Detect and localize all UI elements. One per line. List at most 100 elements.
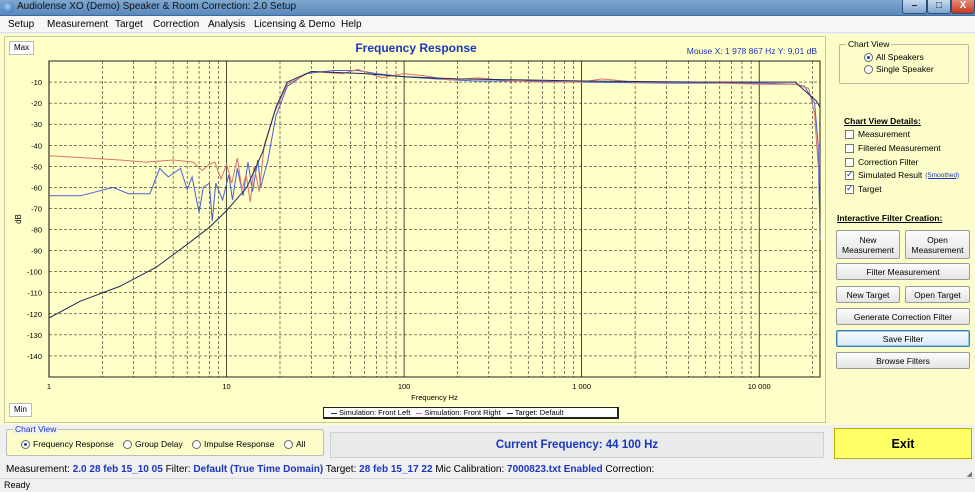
x-axis-label: Frequency Hz — [411, 393, 458, 402]
radio-unselected-icon[interactable] — [123, 439, 132, 449]
target-value: 28 feb 15_17 22 — [359, 464, 433, 475]
browse-filters-button[interactable]: Browse Filters — [836, 352, 970, 369]
y-tick-label: -120 — [27, 310, 42, 319]
radio-label: Group Delay — [135, 439, 183, 449]
target-label: Target: — [325, 464, 357, 475]
chart-canvas[interactable]: -10 -20 -30 -40 -50 -60 -70 -80 -90 -100 -110 -120 -… — [5, 37, 827, 424]
app-logo-icon — [3, 2, 14, 13]
y-tick-label: -140 — [27, 352, 42, 361]
exit-button[interactable]: Exit — [834, 428, 972, 459]
min-button[interactable]: Min — [9, 403, 32, 417]
chart-legend: Simulation: Front Left Simulation: Front… — [323, 407, 619, 419]
radio-frequency-response[interactable]: Frequency Response — [21, 439, 114, 449]
new-target-button[interactable]: New Target — [836, 286, 900, 303]
open-measurement-button[interactable]: Open Measurement — [905, 230, 970, 259]
title-bar: Audiolense XO (Demo) Speaker & Room Corr… — [0, 0, 975, 16]
y-tick-label: -80 — [31, 226, 42, 235]
y-tick-label: -130 — [27, 331, 42, 340]
y-tick-label: -110 — [28, 289, 42, 298]
chart-view-details-title: Chart View Details: — [844, 116, 921, 126]
y-tick-label: -10 — [31, 78, 42, 87]
y-axis-label: dB — [14, 214, 23, 224]
radio-all-speakers[interactable]: All Speakers — [864, 52, 924, 62]
radio-group-delay[interactable]: Group Delay — [123, 439, 183, 449]
menu-target[interactable]: Target — [115, 19, 143, 30]
mouse-readout: Mouse X: 1 978 867 Hz Y: 9,01 dB — [686, 46, 817, 56]
radio-unselected-icon[interactable] — [192, 439, 201, 449]
menu-measurement[interactable]: Measurement — [47, 19, 108, 30]
resize-grip-icon[interactable]: ◢ — [967, 470, 972, 478]
menu-correction[interactable]: Correction — [153, 19, 199, 30]
x-tick-label: 1 — [47, 382, 51, 391]
x-tick-label: 100 — [398, 382, 411, 391]
chart-type-caption: Chart View — [13, 424, 59, 434]
checkbox-icon[interactable] — [845, 157, 854, 167]
measurement-label: Measurement: — [6, 464, 70, 475]
radio-selected-icon[interactable] — [21, 439, 30, 449]
chart-type-group: Chart View Frequency Response Group Dela… — [6, 424, 324, 456]
checkbox-label: Filtered Measurement — [858, 143, 941, 153]
plot-area — [48, 60, 821, 378]
radio-impulse-response[interactable]: Impulse Response — [192, 439, 274, 449]
radio-unselected-icon[interactable] — [864, 64, 873, 74]
check-correction-filter[interactable]: Correction Filter — [845, 157, 918, 167]
radio-label: Single Speaker — [876, 64, 934, 74]
x-tick-label: 10 — [222, 382, 230, 391]
radio-single-speaker[interactable]: Single Speaker — [864, 64, 934, 74]
menu-help[interactable]: Help — [341, 19, 362, 30]
main-area: -10 -20 -30 -40 -50 -60 -70 -80 -90 -100 -110 -120 -… — [0, 34, 975, 425]
mic-calibration-value: 7000823.txt Enabled — [507, 464, 603, 475]
x-tick-label: 10 000 — [748, 382, 771, 391]
checkbox-checked-icon[interactable] — [845, 183, 854, 194]
radio-label: Frequency Response — [33, 439, 114, 449]
close-button[interactable]: X — [951, 0, 975, 14]
menu-licensing-demo[interactable]: Licensing & Demo — [254, 19, 335, 30]
radio-unselected-icon[interactable] — [284, 439, 293, 449]
checkbox-checked-icon[interactable] — [845, 169, 854, 180]
radio-all[interactable]: All — [284, 439, 305, 449]
y-tick-label: -100 — [27, 268, 42, 277]
menu-analysis[interactable]: Analysis — [208, 19, 245, 30]
new-measurement-button[interactable]: New Measurement — [836, 230, 900, 259]
correction-label: Correction: — [605, 464, 655, 475]
maximize-button[interactable]: □ — [927, 0, 951, 14]
legend-front-left: Simulation: Front Left — [339, 408, 411, 417]
legend-line-icon — [331, 412, 337, 414]
filter-creation-title: Interactive Filter Creation: — [837, 213, 943, 223]
open-target-button[interactable]: Open Target — [905, 286, 970, 303]
radio-label: All — [296, 439, 306, 449]
chart-view-caption: Chart View — [846, 39, 892, 49]
check-filtered-measurement[interactable]: Filtered Measurement — [845, 143, 941, 153]
radio-selected-icon[interactable] — [864, 52, 873, 62]
check-target[interactable]: Target — [845, 183, 882, 194]
smoothed-link[interactable]: (Smoothed) — [925, 172, 959, 179]
y-tick-label: -90 — [31, 247, 42, 256]
checkbox-label: Simulated Result — [858, 170, 923, 180]
filter-label: Filter: — [165, 464, 191, 475]
menu-setup[interactable]: Setup — [8, 19, 34, 30]
legend-line-icon — [506, 412, 513, 414]
x-tick-label: 1 000 — [572, 382, 591, 391]
radio-label: All Speakers — [876, 52, 924, 62]
frequency-response-chart[interactable]: -10 -20 -30 -40 -50 -60 -70 -80 -90 -100 -110 -120 -… — [4, 36, 826, 423]
legend-front-right: Simulation: Front Right — [424, 408, 501, 417]
checkbox-icon[interactable] — [845, 129, 854, 139]
y-tick-label: -50 — [31, 162, 42, 171]
window-title: Audiolense XO (Demo) Speaker & Room Corr… — [17, 1, 297, 12]
legend-line-icon — [416, 412, 423, 414]
generate-correction-filter-button[interactable]: Generate Correction Filter — [836, 308, 970, 325]
checkbox-label: Correction Filter — [858, 157, 919, 167]
filter-measurement-button[interactable]: Filter Measurement — [836, 263, 970, 280]
bottom-strip: Chart View Frequency Response Group Dela… — [0, 424, 975, 461]
check-simulated-result[interactable]: Simulated Result(Smoothed) — [845, 169, 959, 180]
checkbox-label: Target — [858, 184, 882, 194]
status-bar: Ready — [0, 478, 975, 492]
y-tick-label: -60 — [31, 183, 42, 192]
minimize-button[interactable]: – — [902, 0, 927, 14]
legend-target: Target: Default — [514, 408, 564, 417]
checkbox-icon[interactable] — [845, 143, 854, 153]
radio-label: Impulse Response — [204, 439, 275, 449]
save-filter-button[interactable]: Save Filter — [836, 330, 970, 347]
y-tick-label: -70 — [31, 204, 42, 213]
check-measurement[interactable]: Measurement — [845, 129, 910, 139]
